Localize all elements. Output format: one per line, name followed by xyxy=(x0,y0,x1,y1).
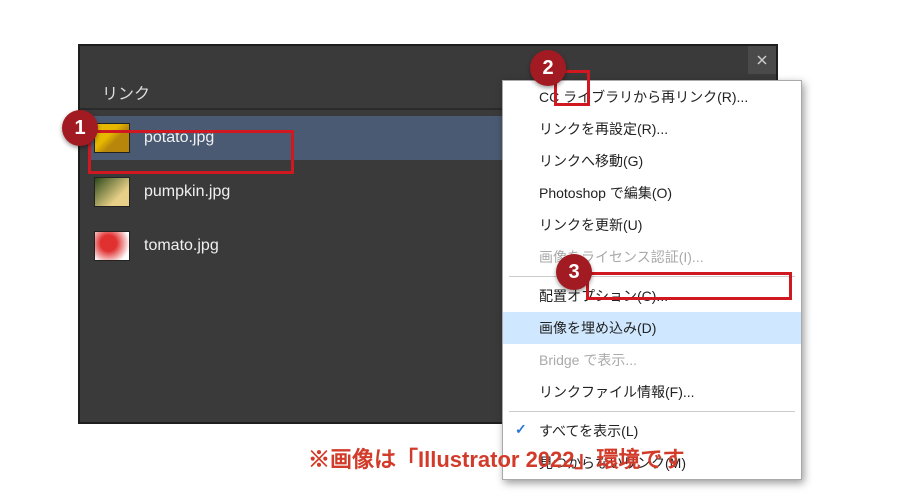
panel-context-menu: CC ライブラリから再リンク(R)... リンクを再設定(R)... リンクへ移動(… xyxy=(502,80,802,480)
thumbnail-icon xyxy=(94,177,130,207)
menu-item-label: 画像を埋め込み(D) xyxy=(539,320,656,336)
menu-item: 画像をライセンス認証(I)... xyxy=(503,241,801,273)
panel-topbar xyxy=(80,46,776,74)
close-button[interactable] xyxy=(748,46,776,74)
callout-2: 2 xyxy=(530,50,566,86)
menu-item[interactable]: リンクへ移動(G) xyxy=(503,145,801,177)
menu-item[interactable]: 画像を埋め込み(D) xyxy=(503,312,801,344)
menu-item-label: リンクを更新(U) xyxy=(539,217,642,233)
menu-item: Bridge で表示... xyxy=(503,344,801,376)
thumbnail-icon xyxy=(94,123,130,153)
menu-item[interactable]: リンクを更新(U) xyxy=(503,209,801,241)
links-tab[interactable]: リンク xyxy=(88,74,164,110)
menu-item-label: すべてを表示(L) xyxy=(539,423,638,439)
menu-separator xyxy=(509,411,795,412)
check-icon: ✓ xyxy=(515,421,527,438)
caption-text: ※画像は「Illustrator 2022」環境です xyxy=(308,442,685,474)
menu-item[interactable]: Photoshop で編集(O) xyxy=(503,177,801,209)
menu-item-label: Bridge で表示... xyxy=(539,352,637,368)
menu-item-label: Photoshop で編集(O) xyxy=(539,185,672,201)
menu-separator xyxy=(509,276,795,277)
menu-item-label: CC ライブラリから再リンク(R)... xyxy=(539,89,748,105)
menu-item[interactable]: リンクファイル情報(F)... xyxy=(503,376,801,408)
callout-1: 1 xyxy=(62,110,98,146)
menu-item-label: 配置オプション(C)... xyxy=(539,288,668,304)
callout-3: 3 xyxy=(556,254,592,290)
menu-item[interactable]: リンクを再設定(R)... xyxy=(503,113,801,145)
thumbnail-icon xyxy=(94,231,130,261)
menu-item-label: リンクへ移動(G) xyxy=(539,153,643,169)
menu-item-label: リンクファイル情報(F)... xyxy=(539,384,695,400)
menu-item[interactable]: 配置オプション(C)... xyxy=(503,280,801,312)
menu-item-label: リンクを再設定(R)... xyxy=(539,121,668,137)
